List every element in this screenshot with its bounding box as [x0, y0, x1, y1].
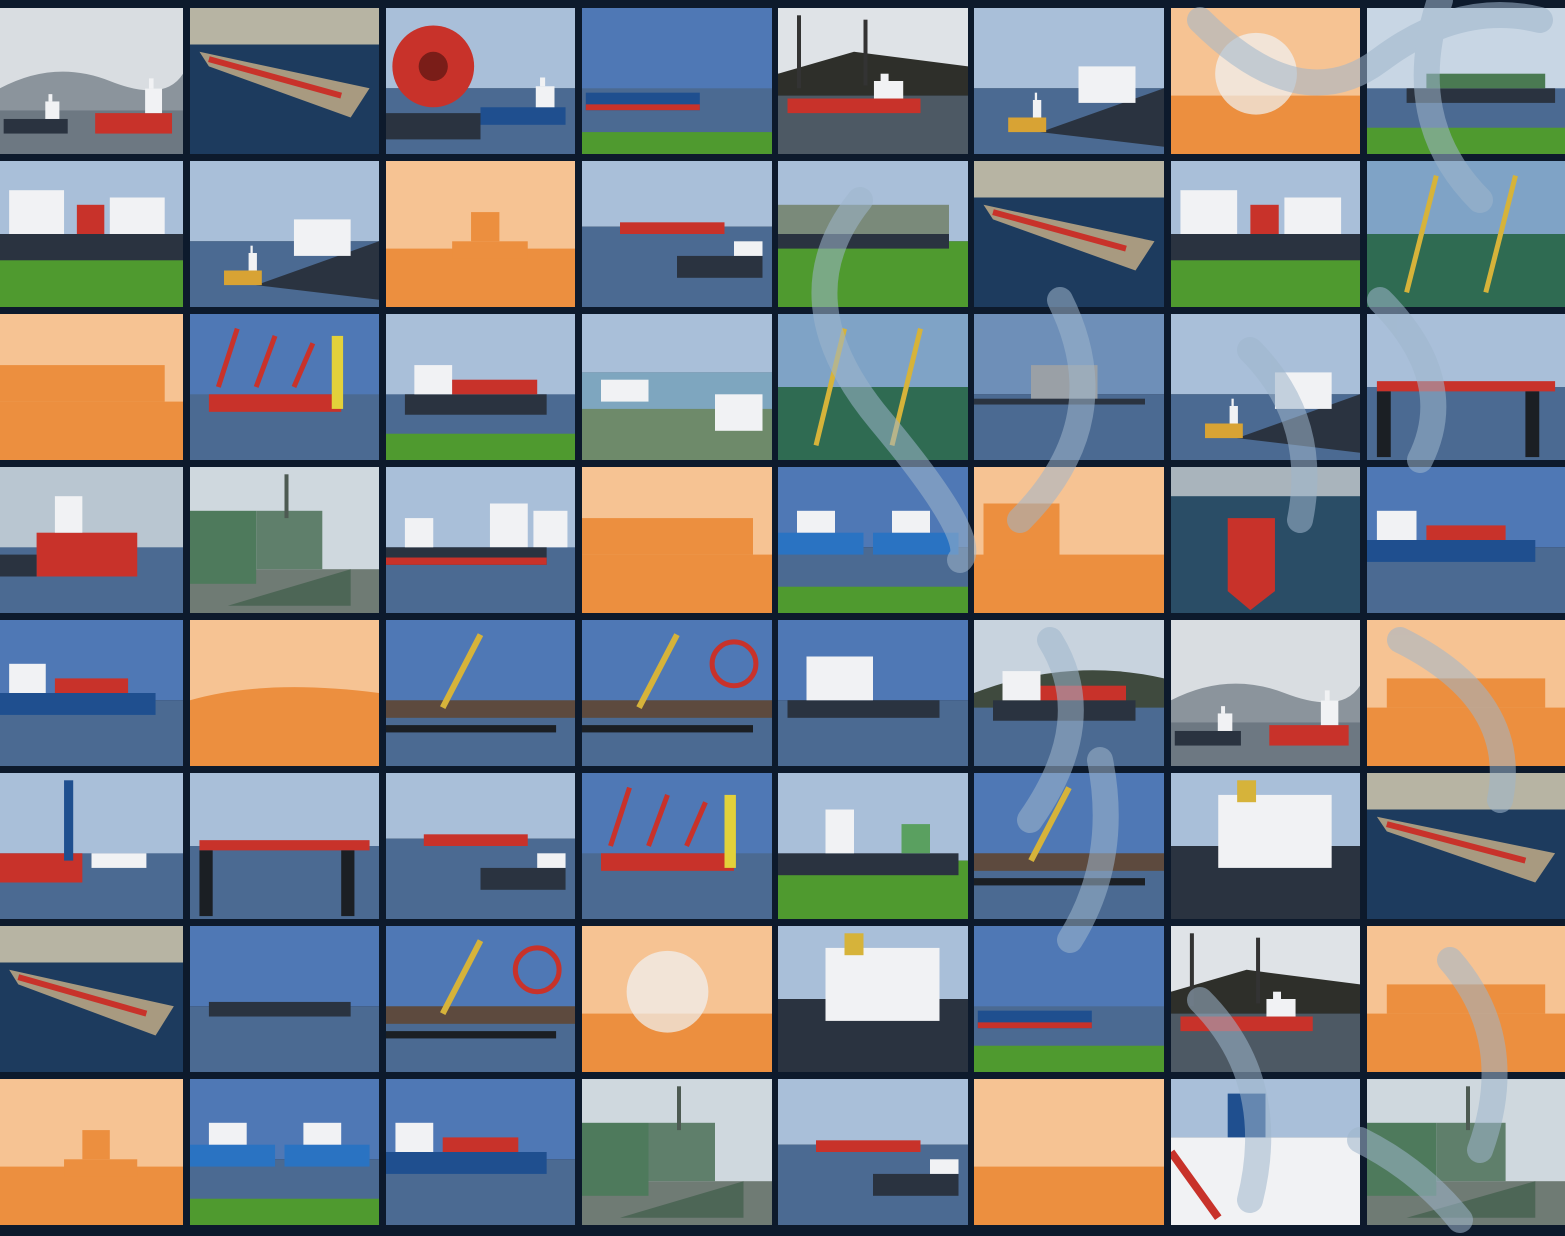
photo-tile-aerial-terminal — [190, 8, 379, 154]
photo-tile-jetty-tanker — [190, 773, 379, 919]
photo-tile-crane-deck — [1367, 161, 1565, 307]
photo-tile-orange-snow — [190, 620, 379, 766]
photo-tile-coaster-dark — [974, 620, 1164, 766]
photo-tile-reel-quay — [582, 620, 772, 766]
photo-tile-icebreaker-tug — [190, 161, 379, 307]
photo-tile-tank-farm — [386, 467, 575, 613]
photo-tile-tug-dark — [1171, 926, 1360, 1072]
photo-tile-tug-dark — [778, 8, 968, 154]
photo-tile-crane-deck — [778, 314, 968, 460]
photo-tile-crane-quay — [386, 620, 575, 766]
photo-tile-tanker-dock — [386, 1079, 575, 1225]
photo-tile-icebreaker — [190, 467, 379, 613]
photo-tile-icebreaker — [582, 1079, 772, 1225]
photo-tile-barge-tanker — [386, 773, 575, 919]
photo-tile-tanker-grass — [1171, 161, 1360, 307]
photo-tile-barge-tanker — [778, 1079, 968, 1225]
photo-mosaic — [0, 0, 1565, 1236]
photo-tile-orange-deck — [1367, 620, 1565, 766]
photo-tile-white-ship — [778, 620, 968, 766]
photo-tile-icebreaker-tug — [1171, 314, 1360, 460]
photo-tile-aerial-bulk — [1367, 773, 1565, 919]
photo-tile-crane-ship — [190, 314, 379, 460]
photo-tile-aerial-red-tanker — [1171, 467, 1360, 613]
photo-tile-orange-reel — [582, 926, 772, 1072]
photo-tile-snow-ship — [1171, 620, 1360, 766]
photo-tile-orange-reel — [1171, 8, 1360, 154]
photo-tile-orange-superstructure — [974, 467, 1164, 613]
photo-tile-white-bridge — [1171, 773, 1360, 919]
photo-tile-coaster — [386, 314, 575, 460]
photo-tile-tanker-dock — [0, 620, 183, 766]
photo-tile-blue-tanker-grass — [974, 926, 1164, 1072]
photo-tile-red-tanker — [0, 467, 183, 613]
photo-tile-orange-container — [582, 467, 772, 613]
photo-tile-bulk-grass — [778, 773, 968, 919]
photo-tile-reel-quay — [386, 926, 575, 1072]
photo-tile-bulk-red — [0, 773, 183, 919]
photo-tile-cruise-terminal — [582, 314, 772, 460]
photo-tile-blue-ships — [778, 467, 968, 613]
photo-tile-icebreaker-tug — [974, 8, 1164, 154]
photo-tile-tanker-grass — [0, 161, 183, 307]
photo-tile-container-ship — [1367, 8, 1565, 154]
photo-tile-long-tanker — [190, 926, 379, 1072]
photo-tile-crane-quay — [974, 773, 1164, 919]
photo-tile-container-grass — [778, 161, 968, 307]
photo-tile-orange-flat — [974, 1079, 1164, 1225]
photo-tile-icebreaker — [1367, 1079, 1565, 1225]
photo-tile-orange-tug — [0, 1079, 183, 1225]
photo-tile-orange-deck — [1367, 926, 1565, 1072]
photo-tile-aerial-terminal — [0, 926, 183, 1072]
photo-tile-blue-ships — [190, 1079, 379, 1225]
photo-tile-barge-tanker — [582, 161, 772, 307]
photo-tile-tanker-dock — [1367, 467, 1565, 613]
photo-tile-white-bridge — [778, 926, 968, 1072]
photo-tile-aerial-bulk — [974, 161, 1164, 307]
photo-tile-snow-ship — [0, 8, 183, 154]
photo-tile-blue-tanker — [582, 8, 772, 154]
photo-tile-jetty-tanker — [1367, 314, 1565, 460]
photo-tile-orange-container — [0, 314, 183, 460]
photo-tile-silo — [974, 314, 1164, 460]
photo-tile-cable-reel — [386, 8, 575, 154]
photo-tile-crane-ship — [582, 773, 772, 919]
photo-tile-bridge-closeup — [1171, 1079, 1360, 1225]
photo-tile-orange-tug — [386, 161, 575, 307]
